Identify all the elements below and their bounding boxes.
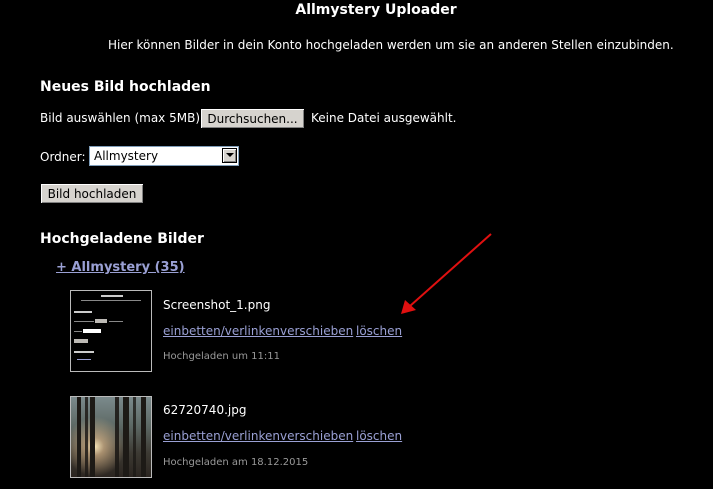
red-arrow-icon (401, 233, 492, 314)
